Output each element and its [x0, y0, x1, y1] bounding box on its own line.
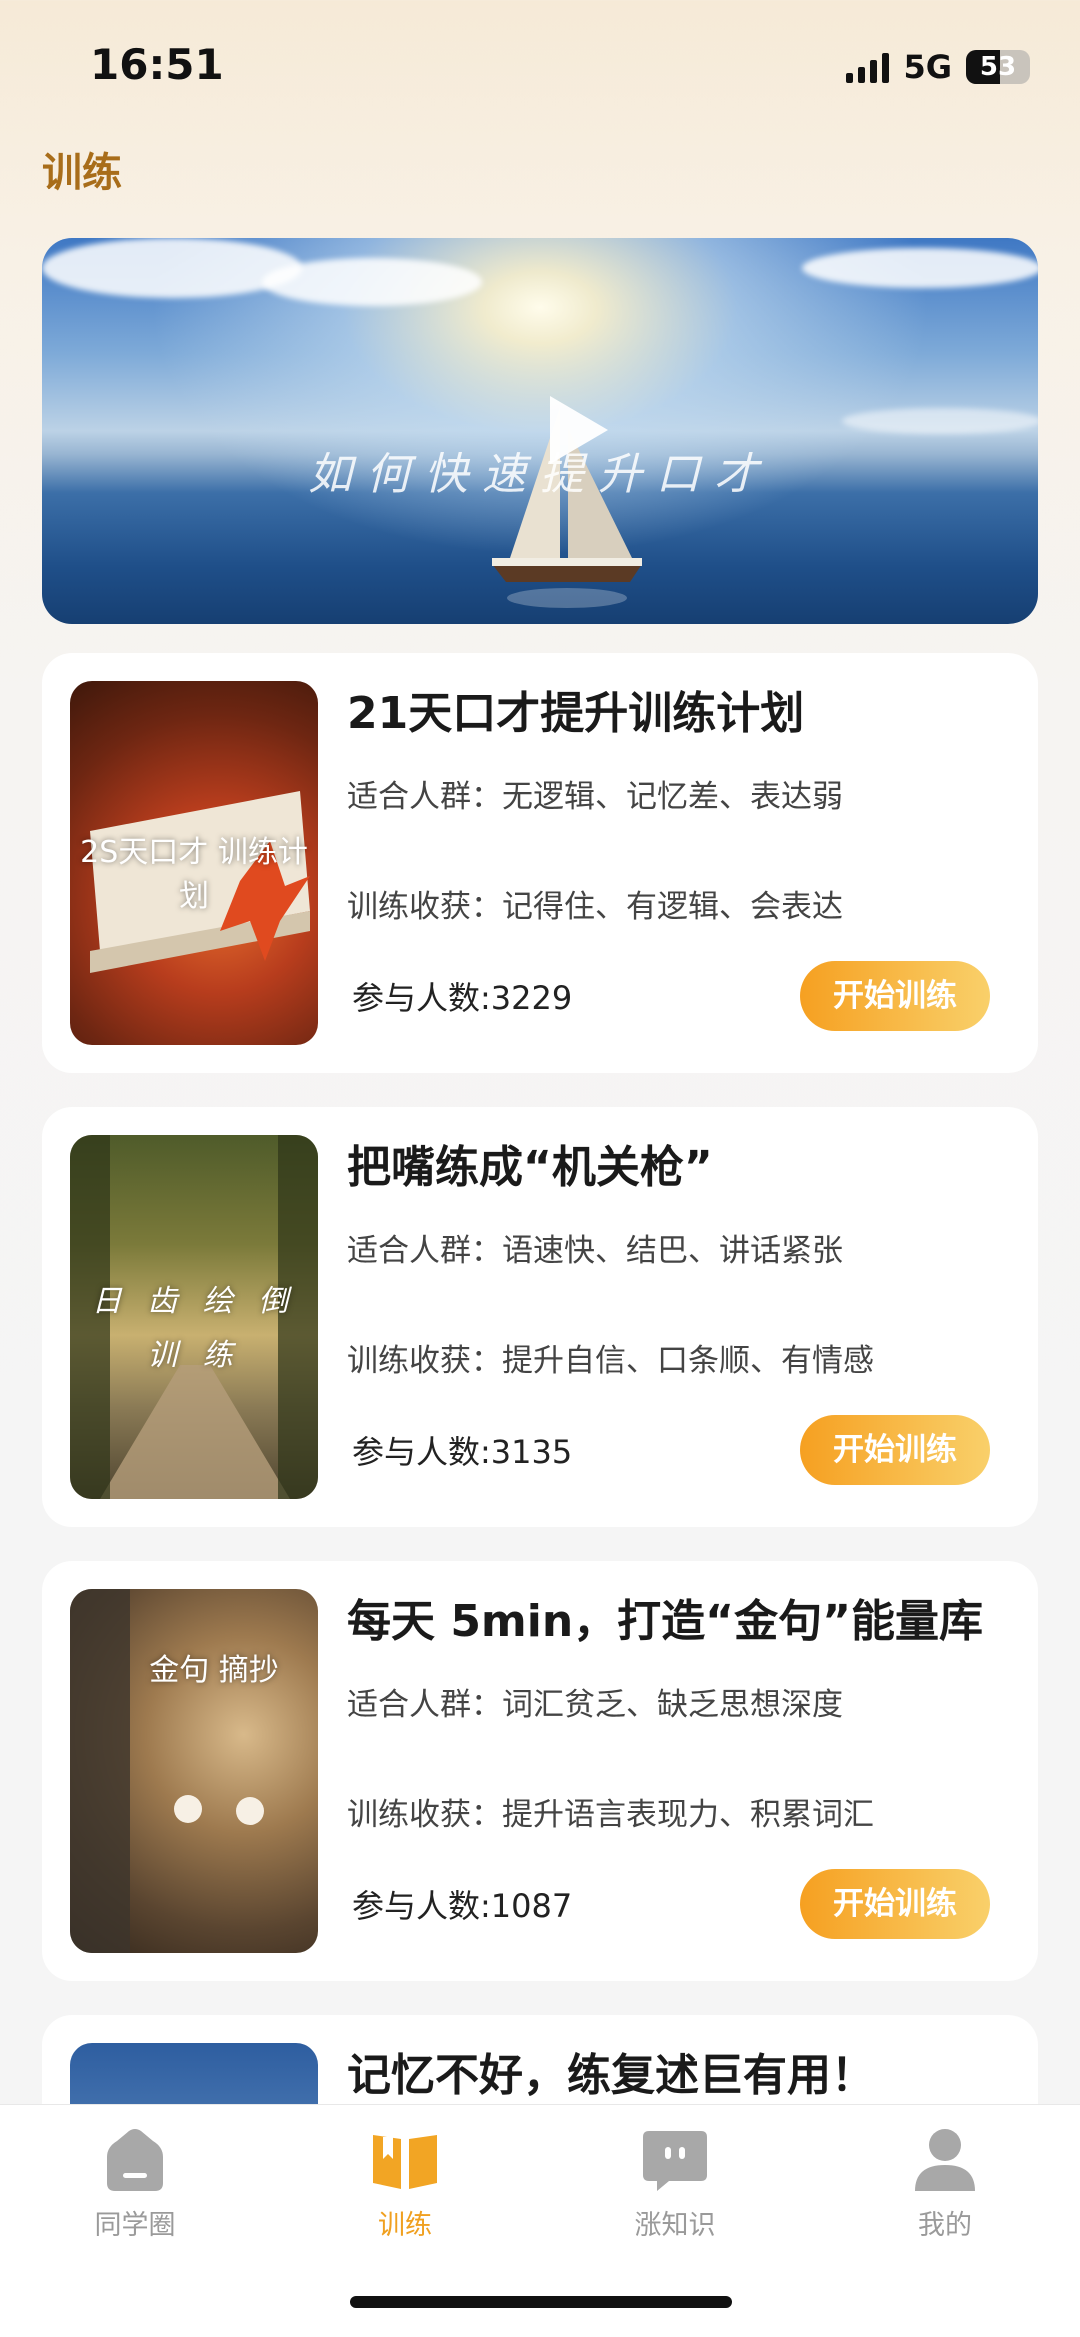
status-indicators: 5G 53: [846, 48, 1030, 86]
course-card[interactable]: 日 齿 绘 倒 训 练 把嘴练成“机关枪” 适合人群：语速快、结巴、讲话紧张 训…: [42, 1107, 1038, 1527]
participant-count: 参与人数:3229: [352, 979, 573, 1017]
battery-text: 53: [979, 52, 1017, 82]
tab-profile[interactable]: 我的: [855, 2123, 1035, 2242]
participant-count: 参与人数:3135: [352, 1433, 573, 1471]
course-card[interactable]: 2S天口才 训练计划 21天口才提升训练计划 适合人群：无逻辑、记忆差、表达弱 …: [42, 653, 1038, 1073]
thumbnail-caption: 金句 摘抄: [149, 1653, 279, 1688]
course-audience: 适合人群：词汇贫乏、缺乏思想深度: [347, 1687, 843, 1723]
course-title: 把嘴练成“机关枪”: [347, 1142, 713, 1193]
course-card[interactable]: 金句 摘抄 每天 5min，打造“金句”能量库 适合人群：词汇贫乏、缺乏思想深度…: [42, 1561, 1038, 1981]
course-gain: 训练收获：提升自信、口条顺、有情感: [347, 1343, 874, 1379]
course-thumbnail: 金句 摘抄: [70, 1589, 318, 1953]
book-icon: [369, 2123, 441, 2195]
cloud-decoration: [262, 258, 482, 306]
thumbnail-caption: 日 齿 绘 倒 训 练: [91, 1284, 297, 1373]
banner-caption: 如何快速提升口才: [308, 449, 772, 500]
home-indicator[interactable]: [350, 2296, 732, 2308]
course-title: 记忆不好，练复述巨有用！: [347, 2050, 875, 2101]
video-banner[interactable]: 如何快速提升口才: [42, 238, 1038, 624]
status-time: 16:51: [90, 40, 224, 89]
course-title: 21天口才提升训练计划: [347, 688, 805, 739]
cloud-decoration: [802, 248, 1038, 288]
course-audience: 适合人群：语速快、结巴、讲话紧张: [347, 1233, 843, 1269]
cloud-decoration: [42, 238, 302, 298]
course-audience: 适合人群：无逻辑、记忆差、表达弱: [347, 779, 843, 815]
course-title: 每天 5min，打造“金句”能量库: [347, 1596, 984, 1647]
tab-classmates[interactable]: 同学圈: [45, 2123, 225, 2242]
course-thumbnail: 2S天口才 训练计划: [70, 681, 318, 1045]
chat-bubble-icon: [639, 2123, 711, 2195]
network-type: 5G: [903, 48, 952, 86]
tab-label: 训练: [378, 2210, 432, 2241]
tab-training[interactable]: 训练: [315, 2123, 495, 2242]
course-gain: 训练收获：提升语言表现力、积累词汇: [347, 1797, 874, 1833]
tab-label: 同学圈: [94, 2210, 176, 2241]
course-gain: 训练收获：记得住、有逻辑、会表达: [347, 889, 843, 925]
house-icon: [99, 2123, 171, 2195]
page-title: 训练: [42, 150, 122, 196]
start-training-button[interactable]: 开始训练: [800, 1869, 990, 1939]
start-training-button[interactable]: 开始训练: [800, 1415, 990, 1485]
participant-count: 参与人数:1087: [352, 1887, 573, 1925]
status-bar: 16:51 5G 53: [0, 0, 1080, 130]
tab-label: 我的: [918, 2210, 972, 2241]
cloud-decoration: [842, 408, 1038, 434]
start-training-button[interactable]: 开始训练: [800, 961, 990, 1031]
thumbnail-caption: 2S天口才 训练计划: [80, 835, 308, 914]
person-icon: [909, 2123, 981, 2195]
tab-label: 涨知识: [634, 2210, 716, 2241]
signal-icon: [846, 51, 890, 83]
course-thumbnail: 日 齿 绘 倒 训 练: [70, 1135, 318, 1499]
tab-knowledge[interactable]: 涨知识: [585, 2123, 765, 2242]
play-icon[interactable]: [550, 396, 608, 464]
battery-icon: 53: [966, 50, 1030, 84]
